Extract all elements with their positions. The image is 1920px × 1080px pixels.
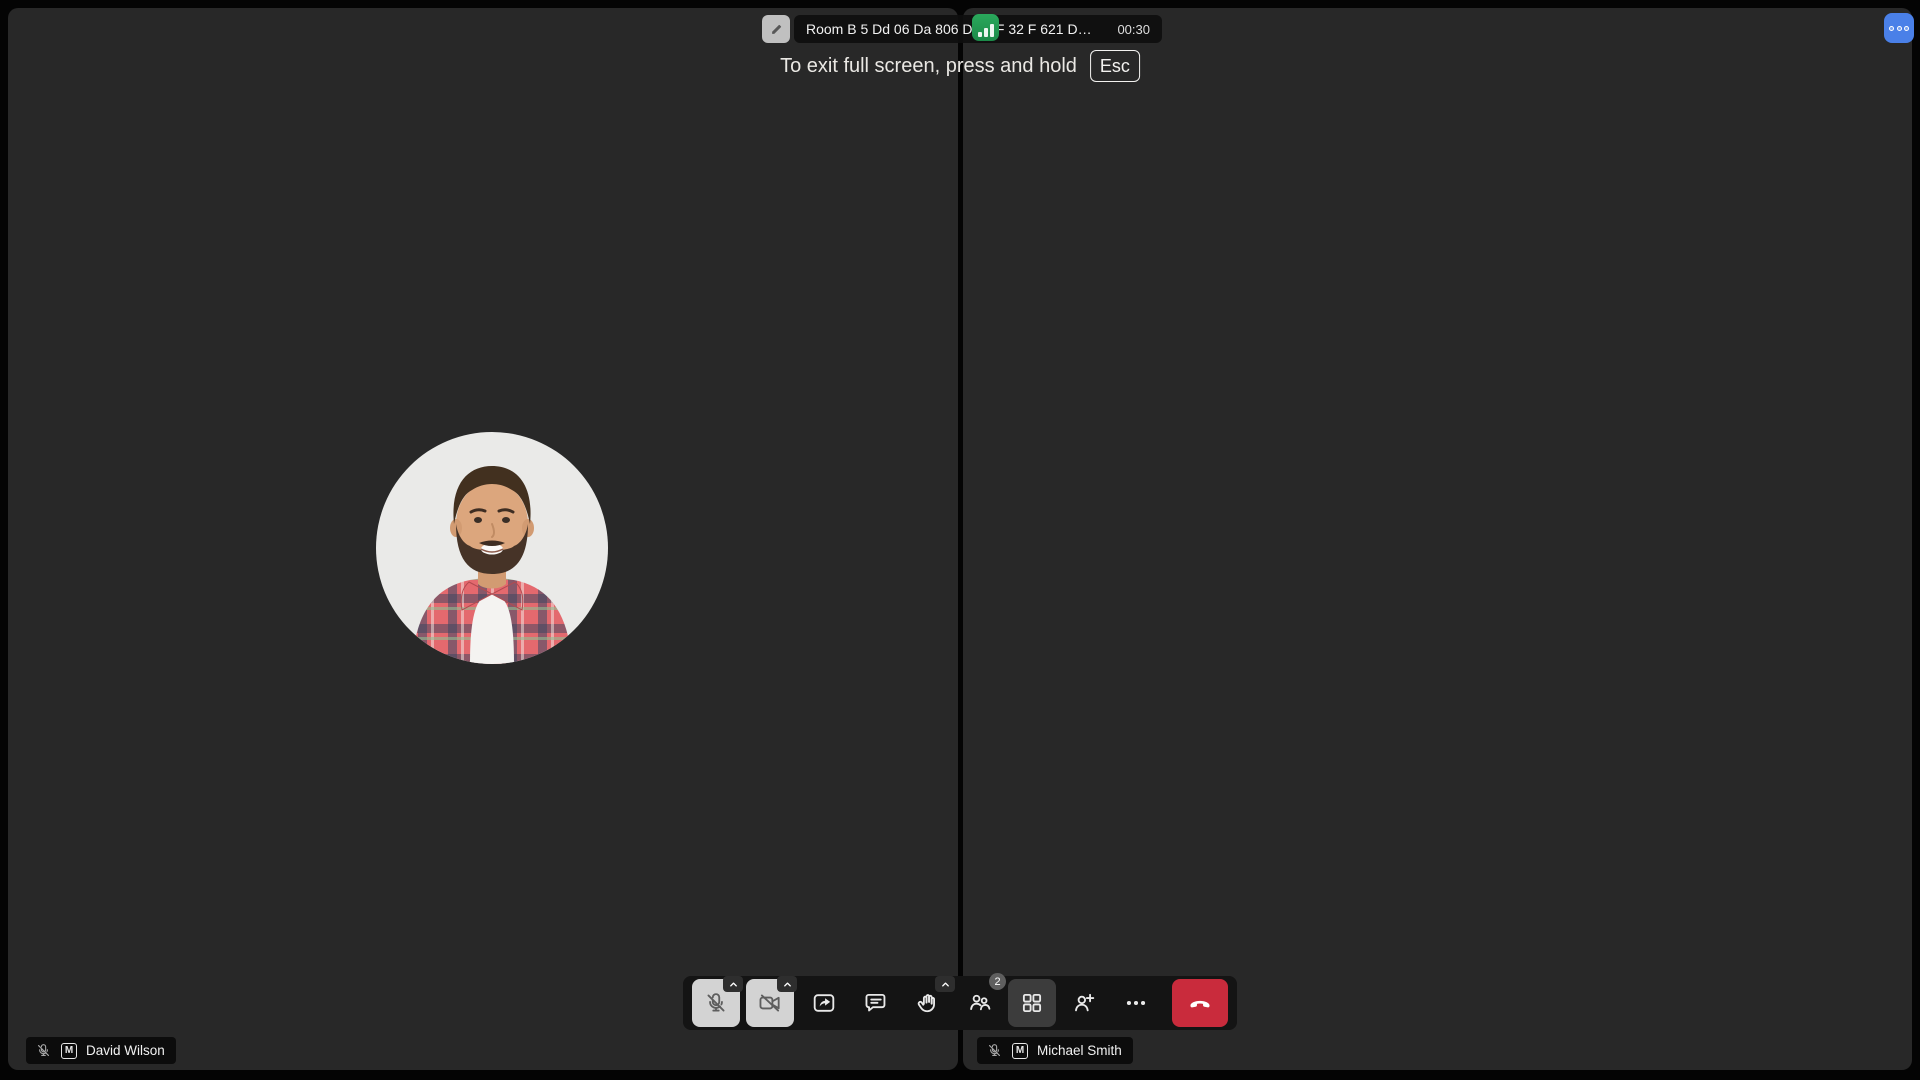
share-screen-button[interactable] — [800, 979, 848, 1027]
toolbar: 2 — [683, 976, 1237, 1030]
chat-bubble-icon — [863, 990, 889, 1016]
participant-name: David Wilson — [86, 1043, 165, 1058]
meeting-timer: 00:30 — [1117, 22, 1150, 37]
hangup-button[interactable] — [1172, 979, 1228, 1027]
moderator-badge: M — [61, 1043, 77, 1059]
mic-muted-icon — [986, 1042, 1003, 1059]
chat-button[interactable] — [852, 979, 900, 1027]
participants-count-badge: 2 — [989, 973, 1006, 990]
ellipsis-icon — [1889, 26, 1894, 31]
mic-slash-icon — [703, 990, 729, 1016]
tile-view-button[interactable] — [1008, 979, 1056, 1027]
raise-hand-arrow[interactable] — [935, 976, 955, 992]
ellipsis-icon — [1123, 990, 1149, 1016]
microphone-button[interactable] — [692, 979, 740, 1027]
embedded-overflow-button[interactable] — [1884, 13, 1914, 43]
phone-down-icon — [1186, 989, 1214, 1017]
microphone-device-arrow[interactable] — [723, 976, 743, 992]
raise-hand-button[interactable] — [904, 979, 952, 1027]
chevron-up-icon — [940, 979, 951, 990]
share-screen-icon — [811, 990, 837, 1016]
camera-device-arrow[interactable] — [777, 976, 797, 992]
camera-button[interactable] — [746, 979, 794, 1027]
moderator-badge: M — [1012, 1043, 1028, 1059]
avatar-david-wilson — [376, 432, 608, 664]
edit-subject-button[interactable] — [762, 15, 790, 43]
participant-name: Michael Smith — [1037, 1043, 1122, 1058]
name-label-david-wilson: M David Wilson — [26, 1037, 176, 1064]
room-title: Room B 5 Dd 06 Da 806 D 95 F 32 F 621 D… — [806, 21, 1092, 37]
connection-quality-icon[interactable] — [972, 14, 999, 41]
avatar-illustration-man — [376, 432, 608, 664]
hand-icon — [915, 990, 941, 1016]
mic-muted-icon — [35, 1042, 52, 1059]
video-tile-michael-smith[interactable] — [963, 8, 1912, 1070]
chevron-up-icon — [728, 979, 739, 990]
more-actions-button[interactable] — [1112, 979, 1160, 1027]
video-tile-david-wilson[interactable] — [8, 8, 958, 1070]
pencil-icon — [769, 22, 784, 37]
grid-icon — [1019, 990, 1045, 1016]
people-icon — [967, 990, 993, 1016]
name-label-michael-smith: M Michael Smith — [977, 1037, 1133, 1064]
camera-slash-icon — [757, 990, 783, 1016]
invite-button[interactable] — [1060, 979, 1108, 1027]
person-plus-icon — [1071, 990, 1097, 1016]
participants-button[interactable]: 2 — [956, 979, 1004, 1027]
esc-keycap: Esc — [1090, 50, 1140, 82]
chevron-up-icon — [782, 979, 793, 990]
meeting-screen: Room B 5 Dd 06 Da 806 D 95 F 32 F 621 D…… — [0, 0, 1920, 1080]
fullscreen-toast: To exit full screen, press and hold Esc — [780, 50, 1140, 82]
fullscreen-toast-text: To exit full screen, press and hold — [780, 55, 1077, 78]
